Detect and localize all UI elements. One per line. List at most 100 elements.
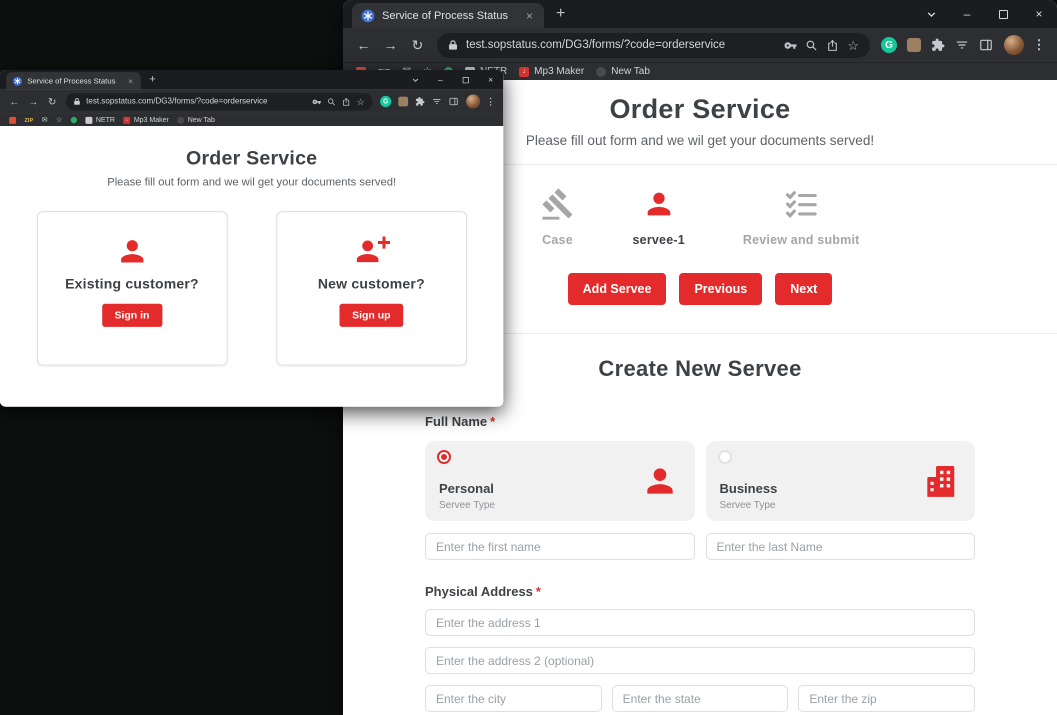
tab-strip: Service of Process Status × + – × [0, 70, 503, 90]
person-icon [642, 187, 676, 221]
sign-up-button[interactable]: Sign up [340, 304, 404, 327]
mp3-download-icon: ↓ [519, 67, 529, 77]
bookmark-star-icon[interactable]: ☆ [357, 97, 365, 106]
back-button[interactable]: ← [351, 37, 376, 53]
maximize-button[interactable] [453, 70, 478, 90]
bookmark-star-favicon[interactable]: ☆ [56, 117, 62, 124]
step-servee-1[interactable]: servee-1 [633, 187, 685, 247]
browser-menu-icon[interactable]: ⋮ [1031, 37, 1047, 53]
zip-input[interactable] [798, 685, 975, 712]
maximize-button[interactable] [985, 0, 1021, 28]
address1-input[interactable] [425, 609, 975, 636]
existing-customer-card: Existing customer? Sign in [37, 211, 227, 365]
profile-avatar[interactable] [466, 95, 480, 109]
zoom-icon[interactable] [805, 39, 818, 52]
grammarly-extension-icon[interactable]: G [380, 96, 391, 107]
extensions-puzzle-icon[interactable] [927, 38, 949, 52]
minimize-button[interactable]: – [949, 0, 985, 28]
required-asterisk: * [536, 584, 541, 599]
close-button[interactable]: × [1021, 0, 1057, 28]
bookmark-mp3-maker[interactable]: ↓ Mp3 Maker [519, 66, 584, 77]
password-key-icon[interactable] [784, 39, 797, 52]
sign-in-button[interactable]: Sign in [102, 304, 162, 327]
full-name-label-text: Full Name [425, 414, 487, 429]
add-servee-button[interactable]: Add Servee [568, 273, 667, 305]
browser-toolbar: ← → ↻ test.sopstatus.com/DG3/forms/?code… [0, 90, 503, 114]
url-text[interactable]: test.sopstatus.com/DG3/forms/?code=order… [86, 97, 307, 105]
bookmark-red-icon[interactable] [9, 117, 16, 124]
forward-button[interactable]: → [25, 96, 43, 107]
personal-radio[interactable] [437, 450, 451, 464]
lock-icon [74, 97, 81, 105]
url-text[interactable]: test.sopstatus.com/DG3/forms/?code=order… [466, 39, 776, 51]
bookmark-zip-icon[interactable]: ZIP [25, 117, 34, 122]
bookmark-new-tab[interactable]: New Tab [596, 66, 650, 77]
servee-type-personal-card[interactable]: Personal Servee Type [425, 441, 695, 521]
close-button[interactable]: × [478, 70, 503, 90]
extensions-puzzle-icon[interactable] [412, 97, 427, 107]
tab-search-chevron-icon[interactable] [403, 70, 428, 90]
extension-icon[interactable] [398, 97, 408, 107]
bookmark-mail-icon[interactable]: ✉ [42, 117, 48, 124]
reload-button[interactable]: ↻ [405, 37, 430, 54]
browser-menu-icon[interactable]: ⋮ [485, 96, 496, 107]
window-controls: – × [913, 0, 1057, 28]
person-icon [113, 235, 151, 269]
share-icon[interactable] [342, 97, 351, 106]
side-panel-icon[interactable] [446, 97, 461, 107]
bookmark-new-tab[interactable]: New Tab [177, 116, 215, 124]
previous-button[interactable]: Previous [679, 273, 762, 305]
page-subtitle: Please fill out form and we wil get your… [0, 176, 503, 189]
back-button[interactable]: ← [6, 96, 24, 107]
minimize-button[interactable]: – [428, 70, 453, 90]
browser-tab[interactable]: Service of Process Status × [6, 72, 140, 90]
bookmark-star-icon[interactable]: ☆ [847, 39, 859, 52]
filter-extension-icon[interactable] [429, 97, 444, 107]
small-window-container: Service of Process Status × + – × ← → ↻ … [0, 70, 504, 408]
business-card-name: Business [720, 481, 778, 496]
section-title: Create New Servee [425, 356, 975, 382]
business-radio[interactable] [718, 450, 732, 464]
new-tab-globe-icon [596, 67, 606, 77]
create-servee-form: Create New Servee Full Name * Personal Se… [425, 356, 975, 712]
servee-type-business-card[interactable]: Business Servee Type [706, 441, 976, 521]
extension-icon[interactable] [907, 38, 921, 52]
address-bar[interactable]: test.sopstatus.com/DG3/forms/?code=order… [437, 33, 870, 58]
reload-button[interactable]: ↻ [43, 96, 61, 108]
browser-tab[interactable]: Service of Process Status × [352, 3, 544, 28]
bookmark-newtab-label: New Tab [611, 66, 650, 77]
tab-close-icon[interactable]: × [127, 76, 135, 86]
profile-avatar[interactable] [1004, 35, 1024, 55]
city-input[interactable] [425, 685, 602, 712]
state-input[interactable] [612, 685, 789, 712]
bookmark-netr[interactable]: NETR [85, 116, 115, 124]
netr-favicon-icon [85, 117, 92, 124]
bookmark-green-icon[interactable] [71, 117, 77, 123]
zoom-icon[interactable] [327, 97, 336, 106]
personal-card-sub: Servee Type [439, 500, 495, 511]
first-name-input[interactable] [425, 533, 695, 560]
servee-type-cards: Personal Servee Type Business Servee Typ… [425, 441, 975, 521]
business-card-sub: Servee Type [720, 500, 776, 511]
next-button[interactable]: Next [775, 273, 832, 305]
address-bar[interactable]: test.sopstatus.com/DG3/forms/?code=order… [66, 93, 373, 111]
step-review-and-submit[interactable]: Review and submit [743, 187, 860, 247]
step-case-label: Case [542, 233, 573, 247]
password-key-icon[interactable] [312, 97, 321, 106]
bookmark-mp3-maker[interactable]: ↓ Mp3 Maker [123, 116, 169, 124]
new-tab-button[interactable]: + [141, 74, 164, 87]
filter-extension-icon[interactable] [951, 38, 973, 52]
tab-close-icon[interactable]: × [524, 9, 535, 23]
step-case[interactable]: Case [541, 187, 575, 247]
address2-input[interactable] [425, 647, 975, 674]
tab-search-chevron-icon[interactable] [913, 0, 949, 28]
share-icon[interactable] [826, 39, 839, 52]
grammarly-extension-icon[interactable]: G [881, 37, 897, 53]
new-tab-button[interactable]: + [544, 5, 577, 23]
forward-button[interactable]: → [378, 37, 403, 53]
new-customer-card: New customer? Sign up [276, 211, 466, 365]
lock-icon [448, 39, 458, 51]
last-name-input[interactable] [706, 533, 976, 560]
new-tab-globe-icon [177, 117, 184, 124]
side-panel-icon[interactable] [975, 38, 997, 52]
